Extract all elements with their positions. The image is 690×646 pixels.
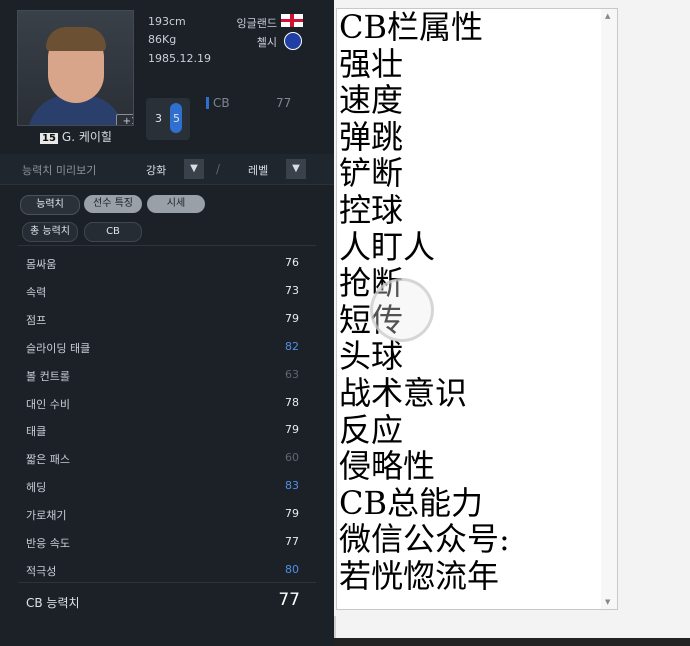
- stat-value: 79: [285, 311, 299, 325]
- stat-label: 가로채기: [26, 509, 67, 523]
- stat-value: 83: [285, 479, 299, 493]
- stat-value: 79: [285, 423, 299, 437]
- stat-value: 82: [285, 339, 299, 353]
- player-name-row: 15 G. 케이힐: [40, 128, 112, 145]
- stat-row: 태클 79: [0, 417, 334, 443]
- player-nation: 잉글랜드: [236, 17, 277, 30]
- stat-row: 가로채기 79: [0, 501, 334, 527]
- subtab-cb[interactable]: CB: [84, 222, 142, 242]
- stat-preview-label: 능력치 미리보기: [22, 164, 97, 177]
- text-line: 微信公众号:: [339, 520, 510, 559]
- stat-label: 헤딩: [26, 481, 47, 495]
- stat-label: 태클: [26, 425, 47, 439]
- stat-label: 점프: [26, 313, 47, 327]
- player-photo: +1: [17, 10, 134, 126]
- enhance-select[interactable]: 강화 ▼: [106, 159, 204, 179]
- stat-value: 78: [285, 395, 299, 409]
- player-info-panel: +1 15G. 케이힐 193cm 86Kg 1985.12.19 잉글랜드 첼…: [0, 0, 334, 646]
- right-foot-value: 5: [173, 112, 180, 125]
- select-separator: /: [216, 162, 221, 176]
- stat-value: 76: [285, 256, 299, 269]
- text-line: CB栏属性: [339, 8, 484, 46]
- player-weight: 86Kg: [148, 33, 177, 46]
- text-line: 铲断: [339, 154, 404, 193]
- stat-preview-row: 능력치 미리보기 강화 ▼ / 레벨 ▼: [0, 154, 334, 185]
- stat-row: 반응 속도 77: [0, 529, 334, 555]
- stat-row: 슬라이딩 태클 82: [0, 334, 334, 360]
- text-line: CB总能力: [339, 483, 484, 522]
- left-foot-value: 3: [155, 112, 162, 125]
- stat-row: 헤딩 83: [0, 473, 334, 499]
- player-height: 193cm: [148, 15, 186, 28]
- scroll-up-icon[interactable]: ▲: [605, 12, 610, 20]
- chelsea-crest-icon: [284, 32, 302, 50]
- stat-value: 80: [285, 562, 299, 576]
- text-line: 强壮: [339, 44, 404, 83]
- player-hair: [46, 27, 106, 51]
- stat-label: 적극성: [26, 564, 57, 578]
- stat-value: 63: [285, 367, 299, 381]
- tab-stats[interactable]: 능력치: [20, 195, 80, 215]
- stat-value: 73: [285, 283, 299, 297]
- stat-value: 79: [285, 507, 299, 521]
- watermark-circle: [370, 278, 434, 342]
- cb-rating-value: 77: [278, 590, 300, 610]
- tab-player-traits[interactable]: 선수 특징: [84, 195, 142, 213]
- level-select-label: 레벨: [248, 164, 269, 177]
- stat-value: 60: [285, 451, 299, 465]
- stat-label: 슬라이딩 태클: [26, 341, 91, 355]
- player-position: CB: [213, 96, 230, 110]
- text-line: 速度: [339, 81, 404, 120]
- stat-row: 몸싸움 76: [0, 250, 334, 276]
- position-rating: 77: [276, 96, 292, 110]
- player-club: 첼시: [256, 36, 277, 49]
- bottom-bar: [334, 638, 690, 646]
- player-name: G. 케이힐: [61, 130, 112, 144]
- enhance-select-label: 강화: [146, 164, 167, 177]
- chevron-down-icon: ▼: [184, 159, 204, 179]
- subtab-total-stats[interactable]: 총 능력치: [22, 222, 78, 242]
- upgrade-badge: +1: [116, 114, 133, 125]
- chevron-down-icon: ▼: [286, 159, 306, 179]
- stat-row: 볼 컨트롤 63: [0, 362, 334, 388]
- player-birthdate: 1985.12.19: [148, 52, 211, 65]
- stats-divider: [18, 245, 316, 246]
- stat-label: 짧은 패스: [26, 453, 70, 467]
- scrollbar[interactable]: ▲ ▼: [601, 9, 617, 609]
- stat-value: 77: [285, 535, 299, 548]
- stat-label: 반응 속도: [26, 537, 70, 550]
- text-line: 战术意识: [339, 373, 468, 412]
- tab-market-price[interactable]: 시세: [147, 195, 205, 213]
- cb-rating-label: CB 능력치: [26, 596, 80, 610]
- stat-row: 대인 수비 78: [0, 390, 334, 416]
- stat-row: 속력 73: [0, 278, 334, 304]
- text-line: 人盯人: [339, 227, 436, 266]
- position-marker: [206, 97, 209, 109]
- stat-label: 대인 수비: [26, 397, 70, 411]
- total-divider: [18, 582, 316, 583]
- level-select[interactable]: 레벨 ▼: [234, 159, 306, 179]
- text-line: 侵略性: [339, 447, 436, 486]
- stat-row: 짧은 패스 60: [0, 445, 334, 471]
- stat-label: 속력: [26, 285, 47, 299]
- england-flag-icon: [281, 14, 303, 27]
- text-line: 头球: [339, 337, 404, 376]
- stat-row: 점프 79: [0, 306, 334, 332]
- stat-row: 적극성 80: [0, 557, 334, 583]
- weak-foot-indicator: [146, 98, 190, 140]
- text-line: 若恍惚流年: [339, 556, 500, 595]
- stat-label: 볼 컨트롤: [26, 369, 70, 383]
- text-line: 弹跳: [339, 117, 404, 156]
- scroll-down-icon[interactable]: ▼: [605, 598, 610, 606]
- text-line: 反应: [339, 410, 404, 449]
- player-number: 15: [40, 133, 58, 144]
- text-line: 控球: [339, 190, 404, 229]
- stat-label: 몸싸움: [26, 258, 57, 271]
